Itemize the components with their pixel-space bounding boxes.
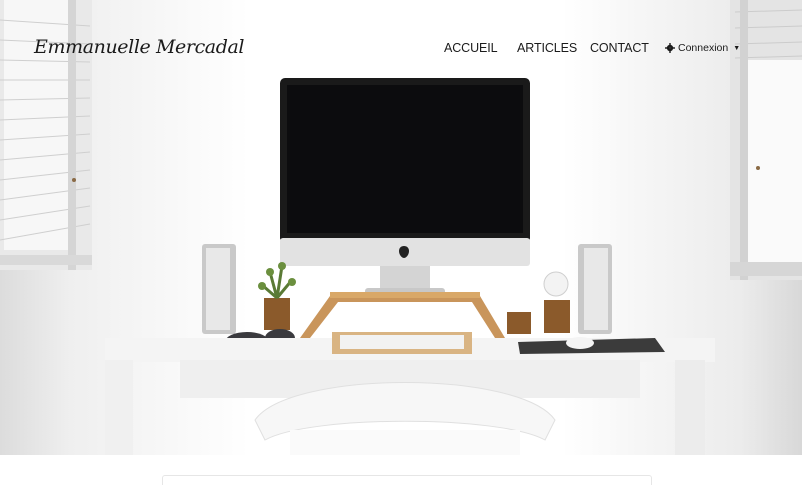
login-label: Connexion [678, 42, 729, 54]
caret-down-icon: ▼ [733, 44, 741, 52]
login-dropdown[interactable]: Connexion ▼ [665, 42, 740, 54]
nav-link-articles[interactable]: ARTICLES [517, 41, 577, 55]
top-navbar: Emmanuelle Mercadal ACCUEIL ARTICLES CON… [0, 0, 802, 96]
brand-logo[interactable]: Emmanuelle Mercadal [34, 36, 245, 58]
gear-icon [665, 43, 675, 53]
content-card [162, 475, 652, 485]
nav-link-accueil[interactable]: ACCUEIL [444, 41, 498, 55]
nav-link-contact[interactable]: CONTACT [590, 41, 649, 55]
